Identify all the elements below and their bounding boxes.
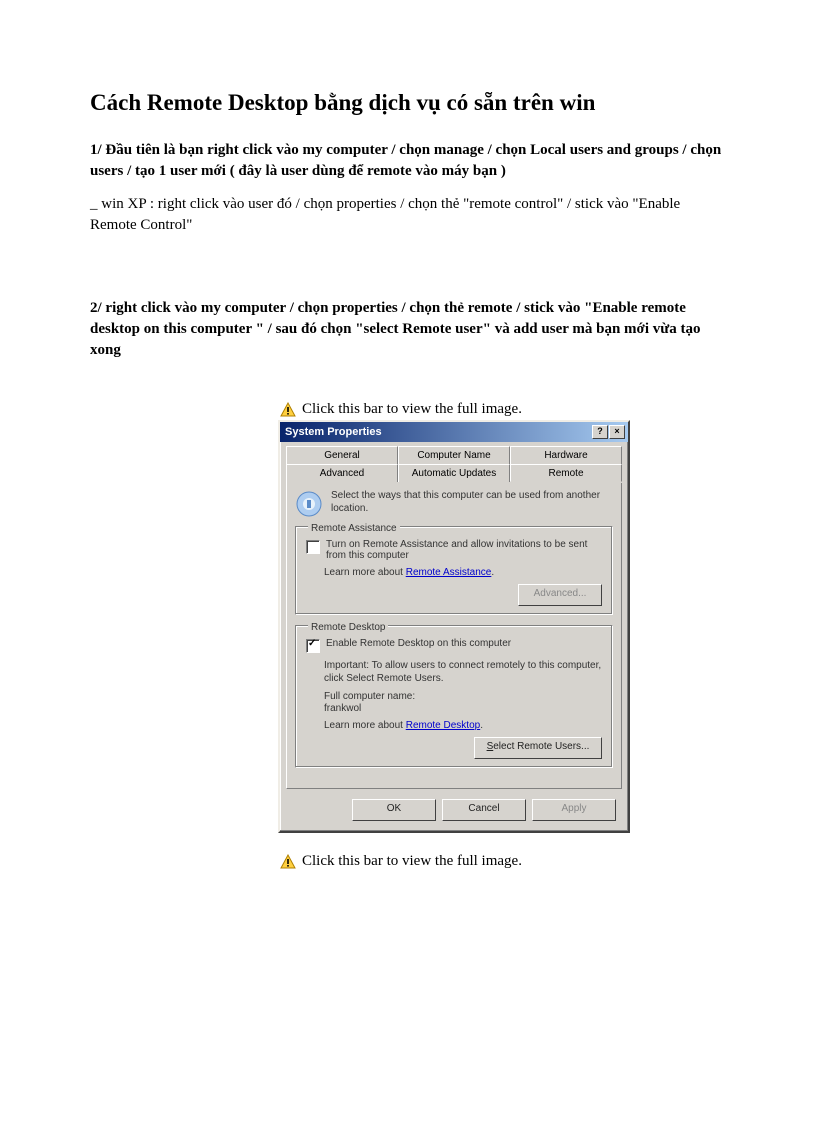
warning-icon [280,854,296,870]
important-note: Important: To allow users to connect rem… [324,659,602,685]
checkbox-remote-assistance[interactable] [306,540,320,554]
warning-icon [280,402,296,418]
tabs: General Computer Name Hardware Advanced … [286,446,622,789]
tab-computer-name[interactable]: Computer Name [398,446,510,464]
cancel-button[interactable]: Cancel [442,799,526,821]
checkbox-remote-assistance-label: Turn on Remote Assistance and allow invi… [326,539,602,561]
group-remote-desktop-legend: Remote Desktop [308,622,388,633]
full-computer-name-value: frankwol [324,703,602,714]
checkbox-remote-desktop[interactable] [306,639,320,653]
tab-panel-remote: Select the ways that this computer can b… [286,481,622,789]
link-remote-desktop[interactable]: Remote Desktop [406,720,480,731]
ok-button[interactable]: OK [352,799,436,821]
remote-info-icon [295,490,323,518]
apply-button[interactable]: Apply [532,799,616,821]
dialog-title-text: System Properties [285,426,382,438]
expand-bar-top[interactable]: Click this bar to view the full image. [280,401,726,418]
full-computer-name-label: Full computer name: [324,691,602,702]
link-remote-assistance[interactable]: Remote Assistance [406,567,492,578]
group-remote-desktop: Remote Desktop Enable Remote Desktop on … [295,625,613,768]
expand-bar-top-text: Click this bar to view the full image. [302,401,522,418]
dialog-titlebar: System Properties ? × [280,422,628,442]
learn-ra-prefix: Learn more about [324,567,406,578]
tab-advanced[interactable]: Advanced [286,464,398,482]
remote-info-text: Select the ways that this computer can b… [331,490,613,515]
dialog-button-row: OK Cancel Apply [286,795,622,825]
advanced-button[interactable]: Advanced... [518,584,602,606]
close-button[interactable]: × [609,425,625,439]
expand-bar-bottom[interactable]: Click this bar to view the full image. [280,853,726,870]
step-1: 1/ Đầu tiên là bạn right click vào my co… [90,140,726,182]
page-title: Cách Remote Desktop bằng dịch vụ có sẵn … [90,90,726,116]
step-1-xp: _ win XP : right click vào user đó / chọ… [90,194,726,236]
tab-hardware[interactable]: Hardware [510,446,622,464]
learn-rd-prefix: Learn more about [324,720,406,731]
tab-automatic-updates[interactable]: Automatic Updates [398,464,510,482]
tab-remote[interactable]: Remote [510,464,622,482]
expand-bar-bottom-text: Click this bar to view the full image. [302,853,522,870]
system-properties-dialog: System Properties ? × General Computer N… [278,420,630,833]
group-remote-assistance-legend: Remote Assistance [308,523,400,534]
group-remote-assistance: Remote Assistance Turn on Remote Assista… [295,526,613,615]
step-2: 2/ right click vào my computer / chọn pr… [90,298,726,361]
help-button[interactable]: ? [592,425,608,439]
tab-general[interactable]: General [286,446,398,464]
select-remote-users-button[interactable]: Select Remote Users... [474,737,602,759]
checkbox-remote-desktop-label: Enable Remote Desktop on this computer [326,638,511,649]
